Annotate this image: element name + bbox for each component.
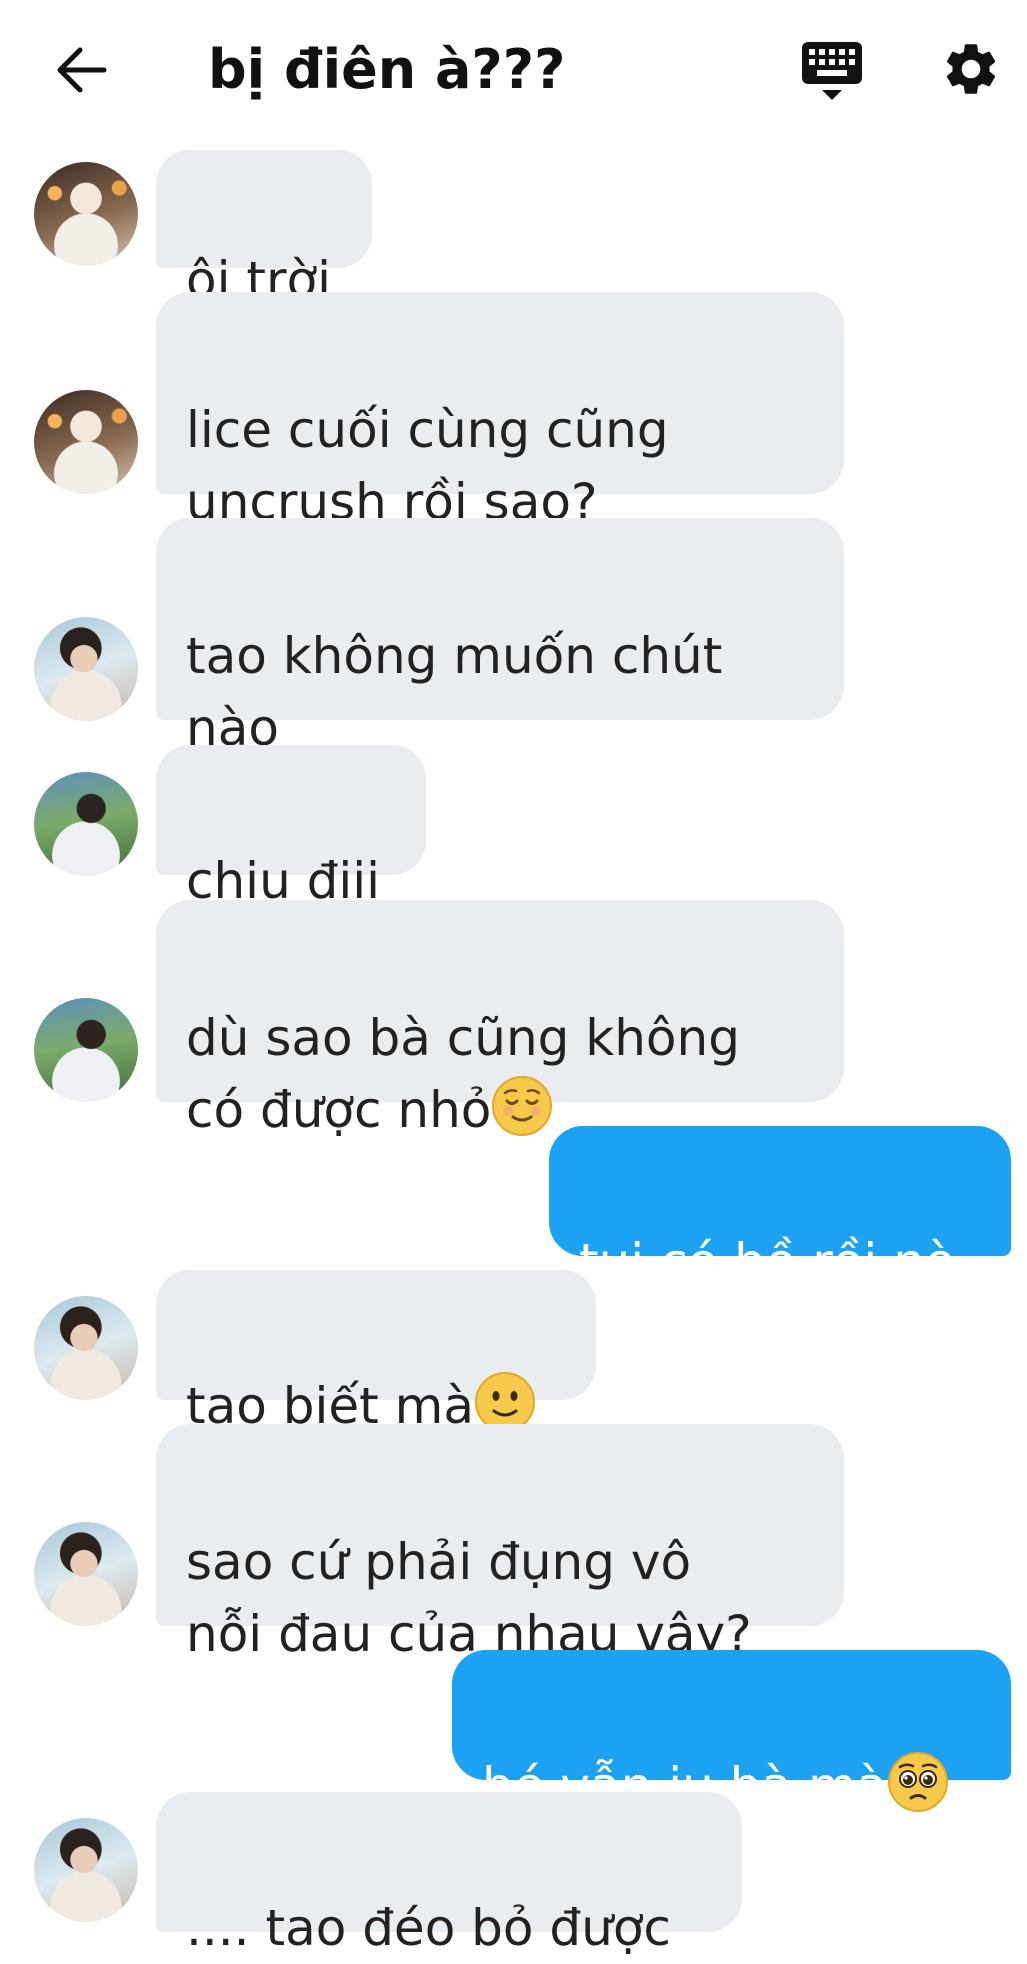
conversation-title: bị điên à??? xyxy=(208,38,566,101)
message-bubble[interactable]: sao cứ phải đụng vô nỗi đau của nhau vậy… xyxy=(156,1424,844,1663)
chat-header: bị điên à??? xyxy=(0,0,1027,140)
message-bubble[interactable]: tao không muốn chút nào xyxy=(156,518,844,757)
avatar[interactable] xyxy=(34,390,138,494)
message-text: lice cuối cùng cũng uncrush rồi sao? xyxy=(186,401,669,531)
avatar[interactable] xyxy=(34,772,138,876)
message-text: tao không muốn chút nào xyxy=(186,627,723,757)
keyboard-button[interactable] xyxy=(800,38,864,102)
avatar[interactable] xyxy=(34,162,138,266)
message-bubble[interactable]: ôi trời xyxy=(156,150,372,309)
message-text: tui có bồ rồi nò xyxy=(579,1233,956,1291)
avatar[interactable] xyxy=(34,1522,138,1626)
message-bubble[interactable]: tao biết mà xyxy=(156,1270,596,1435)
message-bubble[interactable]: bé vẫn iu bà mà xyxy=(452,1650,1011,1815)
relieved-face-icon xyxy=(492,1076,553,1136)
pleading-face-icon xyxy=(888,1752,949,1812)
message-bubble[interactable]: .... tao đéo bỏ được xyxy=(156,1792,742,1957)
settings-button[interactable] xyxy=(940,38,1002,100)
message-text: sao cứ phải đụng vô nỗi đau của nhau vậy… xyxy=(186,1533,752,1663)
back-button[interactable] xyxy=(52,40,112,100)
message-bubble[interactable]: dù sao bà cũng không có được nhỏ xyxy=(156,900,844,1139)
avatar[interactable] xyxy=(34,998,138,1102)
message-bubble[interactable]: chịu điii xyxy=(156,745,426,910)
message-text: dù sao bà cũng không có được nhỏ xyxy=(186,1009,740,1139)
avatar[interactable] xyxy=(34,1296,138,1400)
gear-icon xyxy=(946,44,996,94)
avatar[interactable] xyxy=(34,617,138,721)
arrow-left-icon xyxy=(57,47,107,93)
avatar[interactable] xyxy=(34,1818,138,1922)
message-bubble[interactable]: tui có bồ rồi nò xyxy=(549,1126,1011,1291)
keyboard-icon xyxy=(802,42,862,100)
message-bubble[interactable]: lice cuối cùng cũng uncrush rồi sao? xyxy=(156,292,844,531)
message-text: .... tao đéo bỏ được xyxy=(186,1899,671,1957)
